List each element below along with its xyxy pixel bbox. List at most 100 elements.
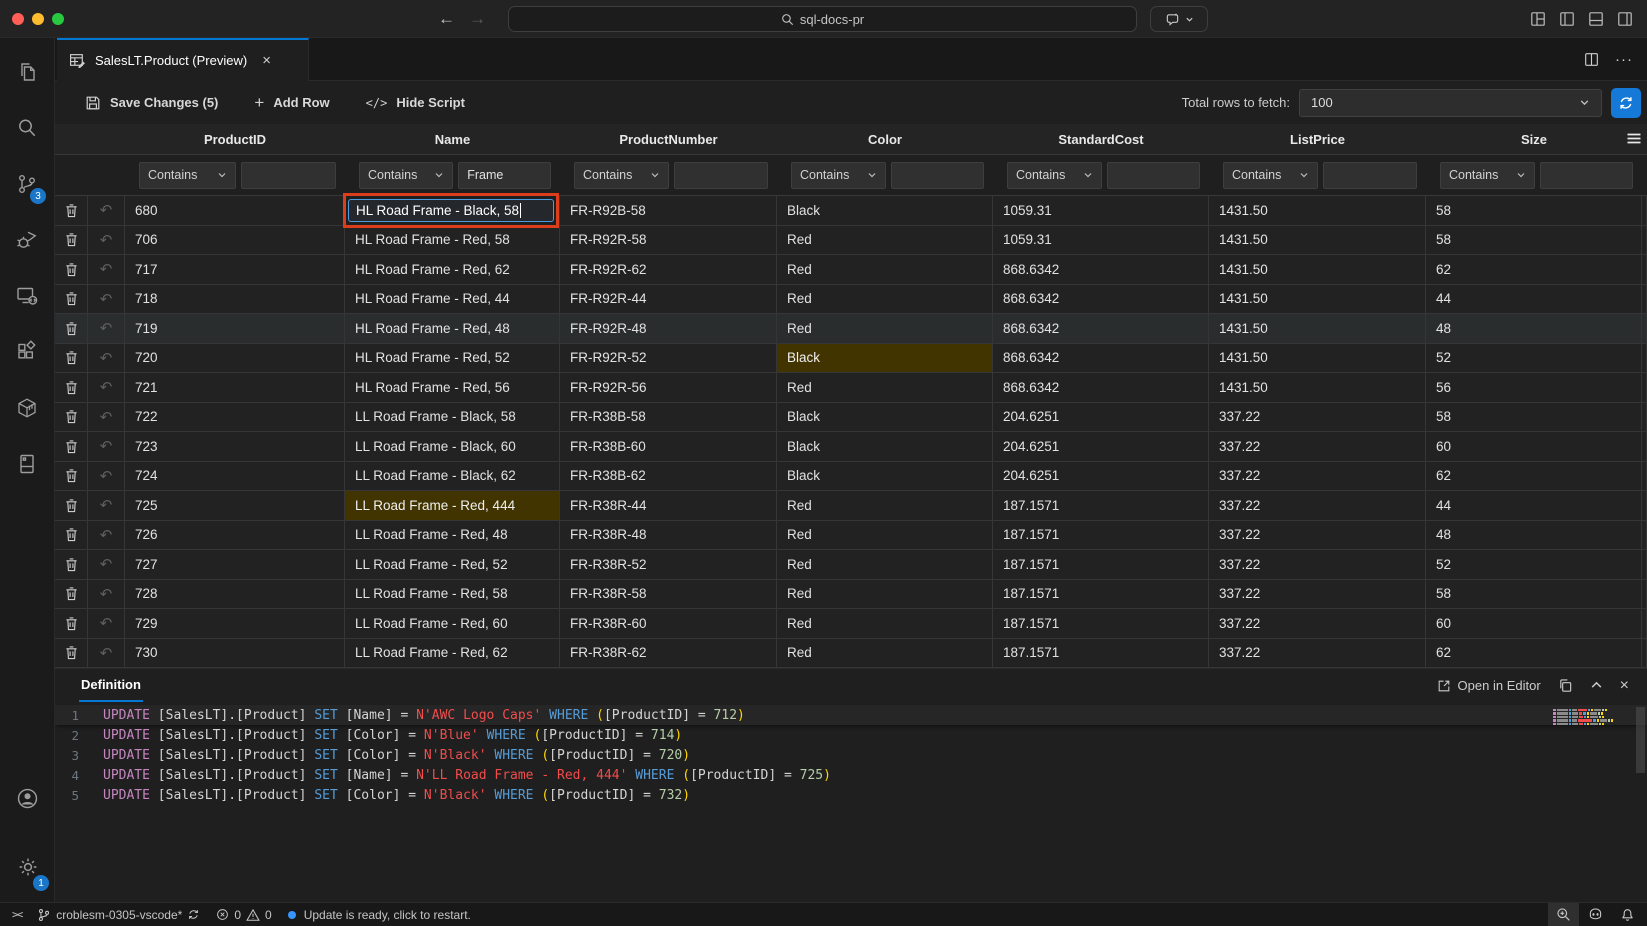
delete-row-button[interactable] (55, 196, 88, 225)
cell-color[interactable]: Black (777, 462, 993, 491)
cell-listprice[interactable]: 337.22 (1209, 462, 1426, 491)
cell-standardcost[interactable]: 187.1571 (993, 491, 1209, 520)
zoom-window-button[interactable] (52, 13, 64, 25)
total-rows-select[interactable]: 100 (1299, 89, 1602, 117)
delete-row-button[interactable] (55, 521, 88, 550)
cell-name[interactable]: HL Road Frame - Red, 56 (345, 373, 560, 402)
cell-listprice[interactable]: 337.22 (1209, 491, 1426, 520)
cell-productid[interactable]: 722 (125, 403, 345, 432)
cell-size[interactable]: 52 (1426, 344, 1642, 373)
cell-standardcost[interactable]: 187.1571 (993, 521, 1209, 550)
branch-status[interactable]: croblesm-0305-vscode* (29, 903, 208, 926)
command-center-search[interactable]: sql-docs-pr (508, 6, 1137, 32)
sidebar-item-extensions[interactable] (0, 324, 54, 380)
table-row[interactable]: ↶ 728 LL Road Frame - Red, 58 FR-R38R-58… (55, 580, 1647, 610)
table-row[interactable]: ↶ 730 LL Road Frame - Red, 62 FR-R38R-62… (55, 639, 1647, 669)
cell-size[interactable]: 62 (1426, 255, 1642, 284)
revert-row-button[interactable]: ↶ (88, 196, 125, 225)
minimize-window-button[interactable] (32, 13, 44, 25)
close-panel-icon[interactable]: × (1620, 677, 1629, 695)
table-row[interactable]: ↶ 722 LL Road Frame - Black, 58 FR-R38B-… (55, 403, 1647, 433)
cell-productnumber[interactable]: FR-R38B-60 (560, 432, 777, 461)
table-row[interactable]: ↶ 723 LL Road Frame - Black, 60 FR-R38B-… (55, 432, 1647, 462)
revert-row-button[interactable]: ↶ (88, 639, 125, 668)
cell-productid[interactable]: 706 (125, 226, 345, 255)
cell-productid[interactable]: 729 (125, 609, 345, 638)
notifications-bell-button[interactable] (1612, 903, 1647, 926)
column-header-listprice[interactable]: ListPrice (1209, 124, 1426, 154)
filter-operator-listprice[interactable]: Contains (1223, 162, 1318, 189)
cell-productnumber[interactable]: FR-R92R-52 (560, 344, 777, 373)
table-row[interactable]: ↶ 717 HL Road Frame - Red, 62 FR-R92R-62… (55, 255, 1647, 285)
revert-row-button[interactable]: ↶ (88, 521, 125, 550)
cell-productid[interactable]: 725 (125, 491, 345, 520)
filter-input-productnumber[interactable] (674, 162, 768, 189)
cell-standardcost[interactable]: 868.6342 (993, 314, 1209, 343)
cell-productid[interactable]: 720 (125, 344, 345, 373)
cell-listprice[interactable]: 337.22 (1209, 521, 1426, 550)
revert-row-button[interactable]: ↶ (88, 462, 125, 491)
filter-operator-size[interactable]: Contains (1440, 162, 1535, 189)
cell-standardcost[interactable]: 1059.31 (993, 226, 1209, 255)
cell-listprice[interactable]: 1431.50 (1209, 285, 1426, 314)
cell-size[interactable]: 44 (1426, 285, 1642, 314)
delete-row-button[interactable] (55, 314, 88, 343)
more-actions-icon[interactable]: ··· (1615, 51, 1633, 68)
delete-row-button[interactable] (55, 255, 88, 284)
revert-row-button[interactable]: ↶ (88, 432, 125, 461)
revert-row-button[interactable]: ↶ (88, 580, 125, 609)
cell-standardcost[interactable]: 1059.31 (993, 196, 1209, 225)
cell-size[interactable]: 58 (1426, 403, 1642, 432)
sql-code-area[interactable]: 1UPDATE [SalesLT].[Product] SET [Name] =… (55, 705, 1647, 902)
table-row[interactable]: ↶ 727 LL Road Frame - Red, 52 FR-R38R-52… (55, 550, 1647, 580)
revert-row-button[interactable]: ↶ (88, 226, 125, 255)
filter-operator-productnumber[interactable]: Contains (574, 162, 669, 189)
cell-listprice[interactable]: 337.22 (1209, 580, 1426, 609)
cell-productid[interactable]: 717 (125, 255, 345, 284)
tab-saleslt-product[interactable]: SalesLT.Product (Preview) × (57, 38, 309, 81)
copilot-chat-button[interactable] (1150, 6, 1208, 32)
cell-size[interactable]: 48 (1426, 314, 1642, 343)
cell-edit-input[interactable]: HL Road Frame - Black, 58 (348, 199, 554, 222)
accounts-button[interactable] (0, 770, 55, 826)
sidebar-item-explorer[interactable] (0, 44, 54, 100)
cell-color[interactable]: Red (777, 285, 993, 314)
cell-color[interactable]: Black (777, 196, 993, 225)
scrollbar[interactable] (1636, 707, 1645, 773)
cell-productid[interactable]: 719 (125, 314, 345, 343)
cell-name[interactable]: HL Road Frame - Red, 58 (345, 226, 560, 255)
cell-standardcost[interactable]: 204.6251 (993, 432, 1209, 461)
cell-productnumber[interactable]: FR-R92R-62 (560, 255, 777, 284)
delete-row-button[interactable] (55, 373, 88, 402)
cell-productid[interactable]: 723 (125, 432, 345, 461)
cell-size[interactable]: 60 (1426, 609, 1642, 638)
cell-listprice[interactable]: 1431.50 (1209, 226, 1426, 255)
cell-productid[interactable]: 728 (125, 580, 345, 609)
cell-color[interactable]: Black (777, 432, 993, 461)
column-header-name[interactable]: Name (345, 124, 560, 154)
filter-input-listprice[interactable] (1323, 162, 1417, 189)
cell-productnumber[interactable]: FR-R38R-62 (560, 639, 777, 668)
tab-definition[interactable]: Definition (79, 669, 143, 702)
sidebar-item-containers[interactable] (0, 380, 54, 436)
cell-color[interactable]: Red (777, 491, 993, 520)
cell-name[interactable]: HL Road Frame - Red, 48 (345, 314, 560, 343)
delete-row-button[interactable] (55, 491, 88, 520)
cell-name[interactable]: HL Road Frame - Red, 52 (345, 344, 560, 373)
table-row[interactable]: ↶ 729 LL Road Frame - Red, 60 FR-R38R-60… (55, 609, 1647, 639)
table-row[interactable]: ↶ 725 LL Road Frame - Red, 444 FR-R38R-4… (55, 491, 1647, 521)
cell-listprice[interactable]: 1431.50 (1209, 373, 1426, 402)
cell-productnumber[interactable]: FR-R92R-58 (560, 226, 777, 255)
revert-row-button[interactable]: ↶ (88, 550, 125, 579)
sql-code-line[interactable]: 2UPDATE [SalesLT].[Product] SET [Color] … (55, 725, 1647, 745)
cell-productnumber[interactable]: FR-R38R-52 (560, 550, 777, 579)
delete-row-button[interactable] (55, 580, 88, 609)
delete-row-button[interactable] (55, 550, 88, 579)
cell-name[interactable]: LL Road Frame - Black, 62 (345, 462, 560, 491)
cell-size[interactable]: 56 (1426, 373, 1642, 402)
cell-productid[interactable]: 680 (125, 196, 345, 225)
cell-color[interactable]: Red (777, 373, 993, 402)
table-row[interactable]: ↶ 719 HL Road Frame - Red, 48 FR-R92R-48… (55, 314, 1647, 344)
problems-status[interactable]: 0 0 (208, 903, 279, 926)
delete-row-button[interactable] (55, 432, 88, 461)
